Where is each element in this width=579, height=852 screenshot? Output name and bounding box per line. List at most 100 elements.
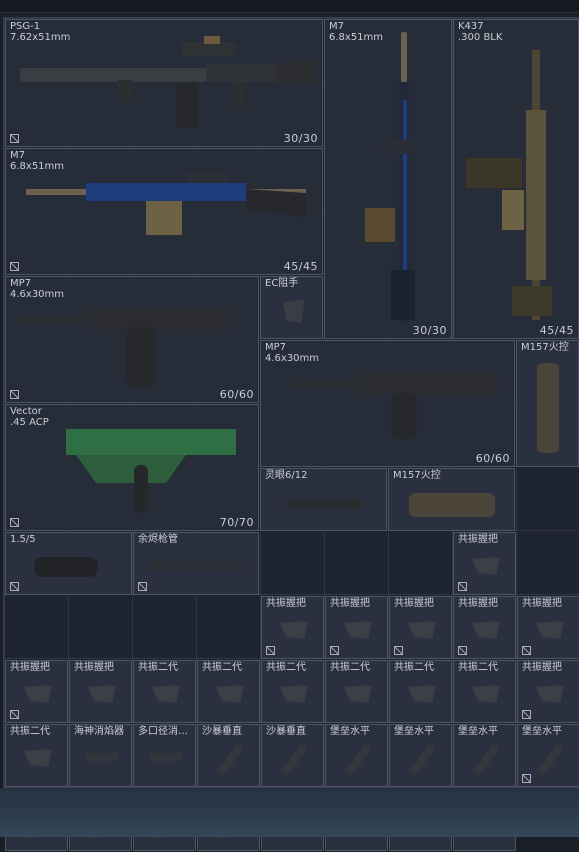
top-bar [0,0,579,13]
attachment-cell[interactable]: 沙暴垂直 [261,724,324,787]
weapon-m7-vertical[interactable]: M7 6.8x51mm 30/30 [324,19,452,339]
attachment-cell[interactable]: 共振握把 [517,596,579,659]
attachment-cell[interactable]: 海神消焰器 [69,724,132,787]
attachment-cell[interactable]: 共振二代 [197,660,260,723]
weapon-caliber: 6.8x51mm [10,161,65,172]
attachment-ec-stop[interactable]: EC阻手 [260,276,323,339]
attachment-cell[interactable]: 堡垒水平 [453,724,516,787]
item-name: EC阻手 [265,278,299,289]
attachment-cell[interactable]: 共振握把 [517,660,579,723]
foregrip-icon [346,744,370,776]
lock-icon [394,646,403,655]
lock-icon [10,134,19,143]
attachment-cell[interactable]: 堡垒水平 [517,724,579,787]
lock-icon [10,710,19,719]
bottom-panel [0,788,579,837]
lock-icon [10,262,19,271]
attachment-cell[interactable]: 沙暴垂直 [197,724,260,787]
item-name: M157火控 [393,470,441,481]
lock-icon [10,518,19,527]
ammo-count: 30/30 [412,324,447,337]
weapon-caliber: 7.62x51mm [10,32,71,43]
attachment-cell[interactable]: 共振二代 [389,660,452,723]
lock-icon [10,390,19,399]
lock-icon [522,710,531,719]
attachment-cell[interactable]: 共振握把 [261,596,324,659]
attachment-cell[interactable]: 共振二代 [5,724,68,787]
grip-icon [24,749,52,767]
weapon-k437[interactable]: K437 .300 BLK 45/45 [453,19,579,339]
suppressor-icon [86,753,118,761]
item-name: M157火控 [521,342,569,353]
attachment-cell[interactable]: 共振握把 [69,660,132,723]
scope-image [537,363,559,453]
attachment-cell[interactable]: 共振握把 [389,596,452,659]
grip-icon [280,685,308,703]
weapon-name: Vector [10,406,42,417]
attachment-scope-6-12[interactable]: 灵眼6/12 [260,468,387,531]
item-name: 余烬枪管 [138,534,178,545]
ammo-count: 45/45 [283,260,318,273]
attachment-cell[interactable]: 共振握把 [453,532,516,595]
foregrip-icon [410,744,434,776]
lock-icon [138,582,147,591]
rifle-image [365,32,415,322]
weapon-caliber: .45 ACP [10,417,49,428]
weapon-name: PSG-1 [10,21,41,32]
grip-icon [408,685,436,703]
attachment-scope-1-5-5[interactable]: 1.5/5 [5,532,132,595]
attachment-cell[interactable]: 共振二代 [133,660,196,723]
item-name: 灵眼6/12 [265,470,308,481]
weapon-psg1[interactable]: PSG-1 7.62x51mm 30/30 [5,19,323,147]
attachment-cell[interactable]: 共振握把 [325,596,388,659]
lock-icon [266,646,275,655]
ammo-count: 45/45 [539,324,574,337]
weapon-vector[interactable]: Vector .45 ACP 70/70 [5,404,259,531]
lock-icon [458,646,467,655]
ammo-count: 70/70 [219,516,254,529]
item-name: 1.5/5 [10,534,36,545]
attachment-cell[interactable]: 共振握把 [453,596,516,659]
lock-icon [522,774,531,783]
weapon-name: K437 [458,21,484,32]
grip-icon [216,685,244,703]
weapon-caliber: 6.8x51mm [329,32,384,43]
weapon-mp7-b[interactable]: MP7 4.6x30mm 60/60 [260,340,515,467]
lock-icon [522,646,531,655]
inventory-grid: PSG-1 7.62x51mm 30/30 M7 6.8x51mm 30/30 … [3,17,579,851]
rifle-image [466,50,552,320]
weapon-caliber: .300 BLK [458,32,503,43]
attachment-m157-wide[interactable]: M157火控 [388,468,515,531]
attachment-cell[interactable]: 共振二代 [325,660,388,723]
lock-icon [330,646,339,655]
attachment-cell[interactable]: 堡垒水平 [389,724,452,787]
foregrip-icon [282,744,306,776]
foregrip-icon [218,744,242,776]
ammo-count: 60/60 [475,452,510,465]
weapon-name: MP7 [265,342,287,353]
lock-icon [458,582,467,591]
grip-icon [88,685,116,703]
attachment-m157-tall[interactable]: M157火控 [516,340,579,467]
ammo-count: 30/30 [283,132,318,145]
grip-icon [472,685,500,703]
attachment-barrel[interactable]: 余烬枪管 [133,532,259,595]
ammo-count: 60/60 [219,388,254,401]
attachment-cell[interactable]: 共振二代 [453,660,516,723]
grip-icon [152,685,180,703]
grip-icon [344,685,372,703]
lock-icon [10,582,19,591]
attachment-cell[interactable]: 共振握把 [5,660,68,723]
attachment-cell[interactable]: 共振二代 [261,660,324,723]
weapon-name: M7 [10,150,25,161]
weapon-caliber: 4.6x30mm [265,353,320,364]
weapon-name: M7 [329,21,344,32]
weapon-mp7-a[interactable]: MP7 4.6x30mm 60/60 [5,276,259,403]
attachment-cell[interactable]: 堡垒水平 [325,724,388,787]
attachment-cell[interactable]: 多口径消… [133,724,196,787]
weapon-name: MP7 [10,278,32,289]
weapon-caliber: 4.6x30mm [10,289,65,300]
weapon-m7-horizontal[interactable]: M7 6.8x51mm 45/45 [5,148,323,275]
suppressor-icon [150,753,182,761]
foregrip-icon [474,744,498,776]
